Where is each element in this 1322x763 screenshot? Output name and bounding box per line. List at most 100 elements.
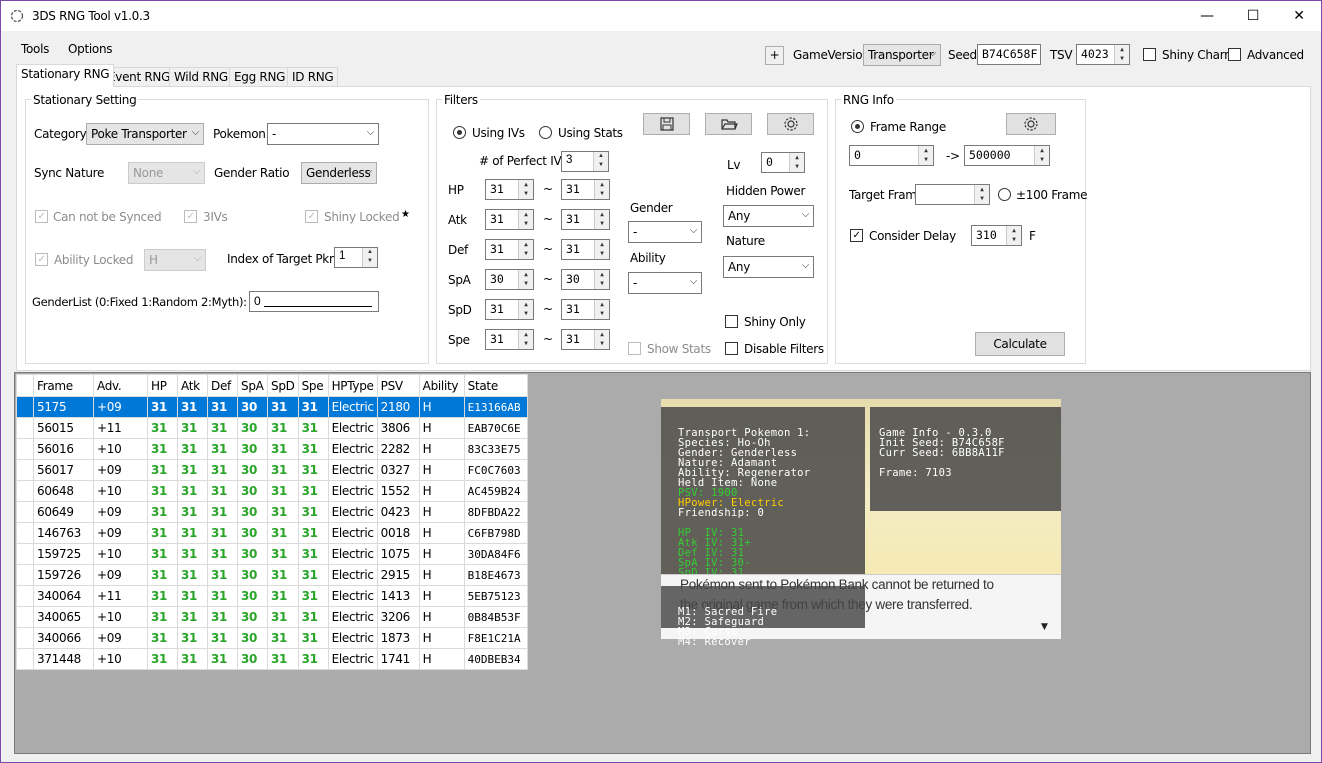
spinner-arrows-icon[interactable]: ▲ ▼ xyxy=(1114,45,1129,64)
spinner-arrows-icon[interactable]: ▲ ▼ xyxy=(593,152,608,171)
seed-input[interactable]: B74C658F xyxy=(977,44,1041,65)
hidden-power-select[interactable]: Any ⌵ xyxy=(723,205,814,227)
sync-nature-select[interactable]: None ⌵ xyxy=(128,162,205,184)
tab-wild-rng[interactable]: Wild RNG xyxy=(169,67,233,86)
game-version-select[interactable]: Transporter ⌵ xyxy=(863,44,941,66)
spinner-arrows-icon[interactable]: ▲ ▼ xyxy=(1006,226,1021,245)
frame-min-spinner[interactable]: 0 ▲ ▼ xyxy=(849,145,934,166)
iv-min-spinner[interactable]: 31 ▲ ▼ xyxy=(485,209,534,230)
using-stats-radio[interactable] xyxy=(539,126,552,139)
table-row[interactable]: 146763 +09 31 31 31 30 31 31 Electric 0018 H C6FB79… xyxy=(16,522,528,544)
table-row[interactable]: 60648 +10 31 31 31 30 31 31 Electric 1552 H AC459B2… xyxy=(16,480,528,502)
spinner-arrows-icon[interactable]: ▲ ▼ xyxy=(594,270,609,289)
gender-ratio-select[interactable]: Genderless ⌵ xyxy=(301,162,377,184)
iv-min-spinner[interactable]: 31 ▲ ▼ xyxy=(485,179,534,200)
delay-spinner[interactable]: 310 ▲ ▼ xyxy=(971,225,1022,246)
rng-settings-button[interactable] xyxy=(1006,113,1056,135)
shiny-charm-checkbox[interactable] xyxy=(1143,48,1156,61)
index-target-spinner[interactable]: 1 ▲ ▼ xyxy=(334,247,378,268)
spinner-arrows-icon[interactable]: ▲ ▼ xyxy=(518,300,533,319)
table-row[interactable]: 5175 +09 31 31 31 30 31 31 Electric 2180 H E13166AB xyxy=(16,396,528,418)
column-header[interactable]: Spe xyxy=(297,374,329,397)
spinner-arrows-icon[interactable]: ▲ ▼ xyxy=(918,146,933,165)
maximize-button[interactable]: ☐ xyxy=(1230,1,1276,31)
row-header[interactable] xyxy=(16,522,34,544)
minimize-button[interactable]: — xyxy=(1184,1,1230,31)
column-header[interactable]: SpA xyxy=(237,374,268,397)
spinner-arrows-icon[interactable]: ▲ ▼ xyxy=(594,180,609,199)
iv-max-spinner[interactable]: 31 ▲ ▼ xyxy=(561,299,610,320)
spinner-arrows-icon[interactable]: ▲ ▼ xyxy=(594,300,609,319)
target-frame-spinner[interactable]: ▲ ▼ xyxy=(915,184,990,205)
spinner-arrows-icon[interactable]: ▲ ▼ xyxy=(518,240,533,259)
perfect-ivs-spinner[interactable]: 3 ▲ ▼ xyxy=(561,151,609,172)
row-header[interactable] xyxy=(16,417,34,439)
using-ivs-radio[interactable] xyxy=(453,126,466,139)
table-row[interactable]: 56016 +10 31 31 31 30 31 31 Electric 2282 H 83C33E7… xyxy=(16,438,528,460)
column-header[interactable]: HPType xyxy=(327,374,378,397)
close-button[interactable]: ✕ xyxy=(1276,1,1322,31)
spinner-arrows-icon[interactable]: ▲ ▼ xyxy=(518,330,533,349)
spinner-arrows-icon[interactable]: ▲ ▼ xyxy=(594,210,609,229)
spinner-arrows-icon[interactable]: ▲ ▼ xyxy=(518,180,533,199)
table-row[interactable]: 340064 +11 31 31 31 30 31 31 Electric 1413 H 5EB751… xyxy=(16,585,528,607)
iv-max-spinner[interactable]: 31 ▲ ▼ xyxy=(561,239,610,260)
row-header[interactable] xyxy=(16,459,34,481)
menu-tools[interactable]: Tools xyxy=(21,42,49,56)
table-row[interactable]: 340066 +09 31 31 31 30 31 31 Electric 1873 H F8E1C2… xyxy=(16,627,528,649)
spinner-arrows-icon[interactable]: ▲ ▼ xyxy=(974,185,989,204)
column-header[interactable]: Adv. xyxy=(93,374,148,397)
column-header[interactable]: Frame xyxy=(33,374,94,397)
iv-min-spinner[interactable]: 30 ▲ ▼ xyxy=(485,269,534,290)
spinner-arrows-icon[interactable]: ▲ ▼ xyxy=(1034,146,1049,165)
tab-egg-rng[interactable]: Egg RNG xyxy=(229,67,291,86)
shiny-only-checkbox[interactable] xyxy=(725,315,738,328)
iv-min-spinner[interactable]: 31 ▲ ▼ xyxy=(485,329,534,350)
row-header[interactable] xyxy=(16,396,34,418)
table-row[interactable]: 56017 +09 31 31 31 30 31 31 Electric 0327 H FC0C760… xyxy=(16,459,528,481)
table-row[interactable]: 56015 +11 31 31 31 30 31 31 Electric 3806 H EAB70C6… xyxy=(16,417,528,439)
pokemon-select[interactable]: - ⌵ xyxy=(267,123,379,145)
column-header[interactable]: PSV xyxy=(376,374,420,397)
iv-min-spinner[interactable]: 31 ▲ ▼ xyxy=(485,239,534,260)
ability-select[interactable]: H ⌵ xyxy=(144,249,206,271)
column-header[interactable]: HP xyxy=(147,374,178,397)
genderlist-input[interactable]: 0 xyxy=(249,291,379,312)
iv-max-spinner[interactable]: 30 ▲ ▼ xyxy=(561,269,610,290)
show-stats-checkbox[interactable] xyxy=(628,342,641,355)
row-header[interactable] xyxy=(16,501,34,523)
row-header[interactable] xyxy=(16,543,34,565)
advanced-checkbox[interactable] xyxy=(1228,48,1241,61)
gender-filter-select[interactable]: - ⌵ xyxy=(628,221,702,243)
table-row[interactable]: 340065 +10 31 31 31 30 31 31 Electric 3206 H 0B84B5… xyxy=(16,606,528,628)
column-header[interactable]: SpD xyxy=(267,374,299,397)
cannot-sync-checkbox[interactable]: ✓ xyxy=(35,210,48,223)
row-header[interactable] xyxy=(16,480,34,502)
column-header[interactable]: Atk xyxy=(177,374,208,397)
save-filter-button[interactable] xyxy=(643,113,690,135)
frame-max-spinner[interactable]: 500000 ▲ ▼ xyxy=(964,145,1050,166)
lv-spinner[interactable]: 0 ▲ ▼ xyxy=(761,152,805,173)
shiny-locked-checkbox[interactable]: ✓ xyxy=(305,210,318,223)
table-row[interactable]: 371448 +10 31 31 31 30 31 31 Electric 1741 H 40DBEB… xyxy=(16,648,528,670)
table-row[interactable]: 60649 +09 31 31 31 30 31 31 Electric 0423 H 8DFBDA2… xyxy=(16,501,528,523)
column-header[interactable]: Def xyxy=(207,374,238,397)
ability-locked-checkbox[interactable]: ✓ xyxy=(35,253,48,266)
three-ivs-checkbox[interactable]: ✓ xyxy=(184,210,197,223)
open-filter-button[interactable] xyxy=(705,113,752,135)
nature-filter-select[interactable]: Any ⌵ xyxy=(723,256,814,278)
row-header[interactable] xyxy=(16,585,34,607)
add-button[interactable]: + xyxy=(765,46,784,65)
iv-max-spinner[interactable]: 31 ▲ ▼ xyxy=(561,209,610,230)
column-header[interactable]: State xyxy=(463,374,528,397)
disable-filters-checkbox[interactable] xyxy=(725,342,738,355)
spinner-arrows-icon[interactable]: ▲ ▼ xyxy=(518,270,533,289)
calculate-button[interactable]: Calculate xyxy=(975,332,1065,356)
spinner-arrows-icon[interactable]: ▲ ▼ xyxy=(789,153,804,172)
iv-max-spinner[interactable]: 31 ▲ ▼ xyxy=(561,179,610,200)
column-header[interactable]: Ability xyxy=(418,374,465,397)
row-header[interactable] xyxy=(16,648,34,670)
spinner-arrows-icon[interactable]: ▲ ▼ xyxy=(362,248,377,267)
row-header[interactable] xyxy=(16,564,34,586)
row-header[interactable] xyxy=(16,438,34,460)
